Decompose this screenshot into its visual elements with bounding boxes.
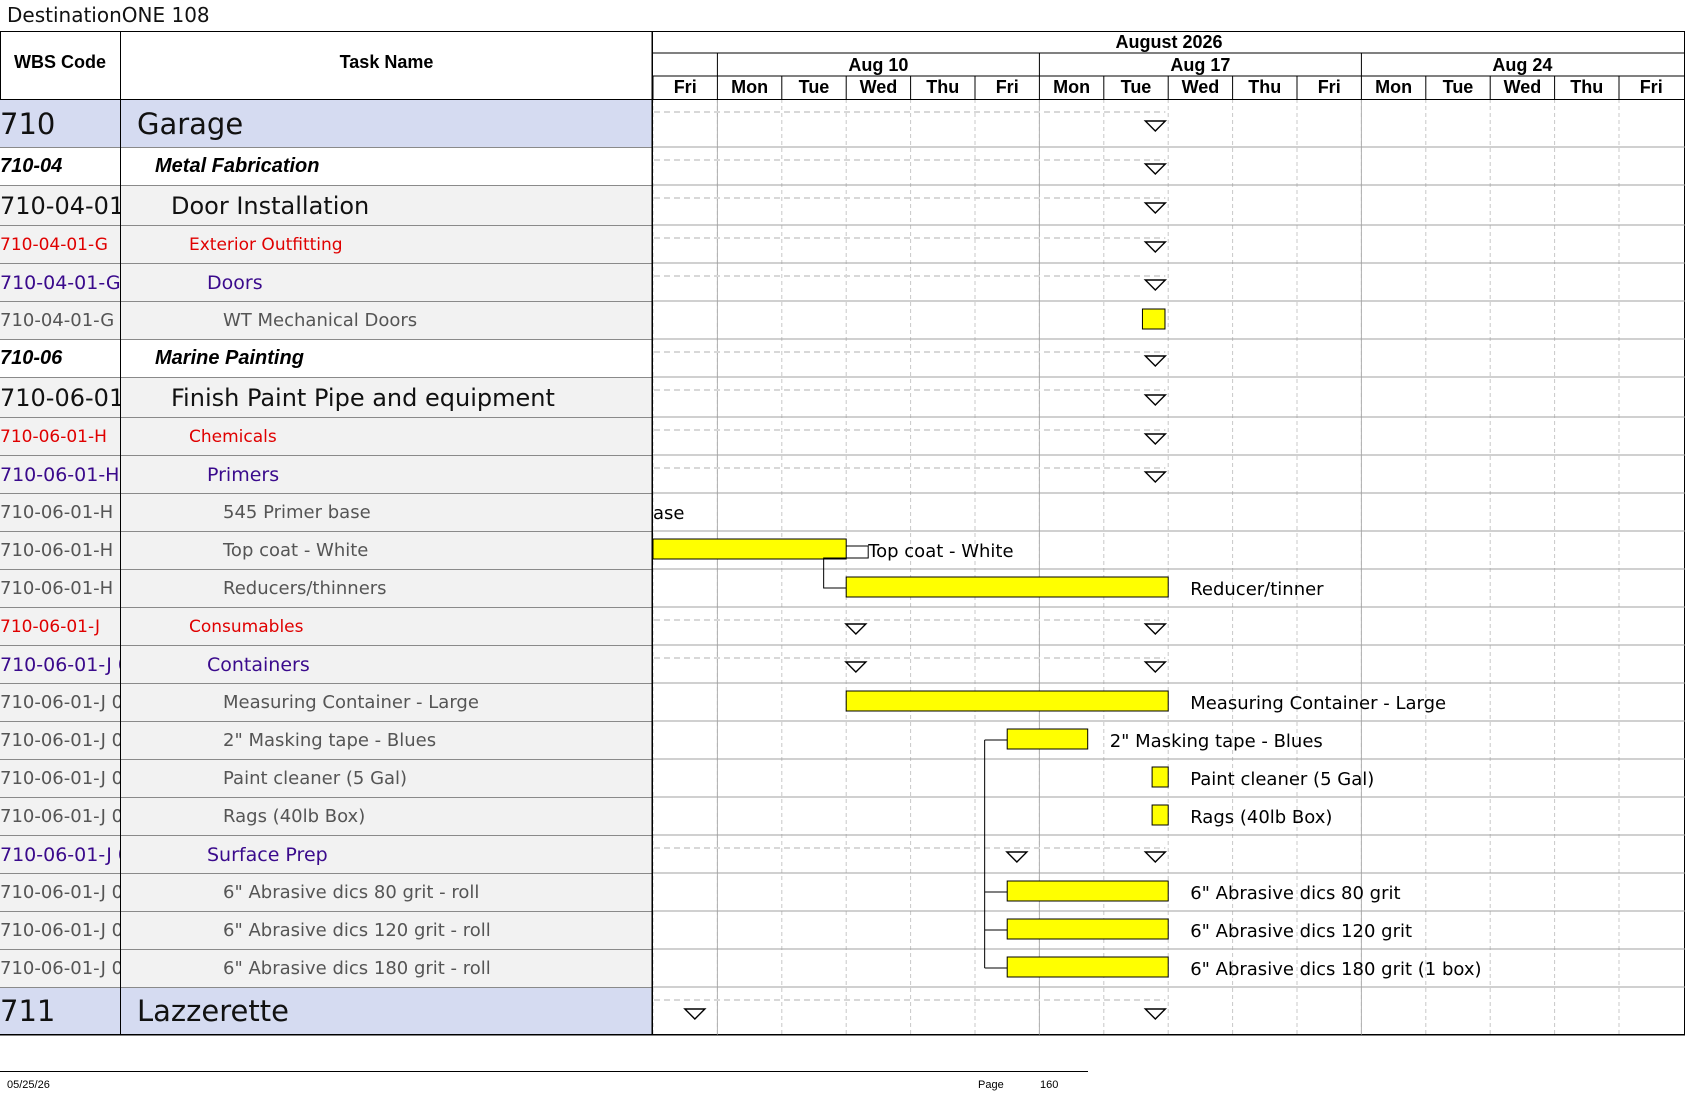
summary-marker-icon xyxy=(1143,851,1168,863)
timeline-day-label: Wed xyxy=(1182,77,1220,97)
timeline-day-label: Mon xyxy=(1375,77,1412,97)
task-bar-label: Paint cleaner (5 Gal) xyxy=(1190,769,1374,790)
task-bar-label: Reducer/tinner xyxy=(1190,579,1324,600)
task-bar xyxy=(652,538,847,560)
column-divider xyxy=(120,31,121,1035)
summary-marker-icon xyxy=(1143,433,1168,445)
header-divider xyxy=(0,99,1685,100)
timeline-month-label: August 2026 xyxy=(1115,32,1222,52)
timeline-week-label: Aug 10 xyxy=(848,55,908,75)
summary-marker-icon xyxy=(1143,120,1168,132)
timeline-day-label: Mon xyxy=(731,77,768,97)
footer-date: 05/25/26 xyxy=(7,1079,50,1091)
task-bar xyxy=(845,576,1169,598)
timeline-day-label: Thu xyxy=(926,77,959,97)
timeline-week-label: Aug 24 xyxy=(1492,55,1552,75)
task-bar xyxy=(1006,918,1169,940)
task-bar-label: 6" Abrasive dics 180 grit (1 box) xyxy=(1190,959,1481,980)
timeline-day-label: Fri xyxy=(1318,77,1341,97)
task-bar xyxy=(1141,308,1166,330)
timeline-day-label: Mon xyxy=(1053,77,1090,97)
summary-marker-icon xyxy=(1143,355,1168,367)
summary-marker-icon xyxy=(1143,471,1168,483)
summary-marker-icon xyxy=(1143,661,1168,673)
footer-divider xyxy=(0,1071,1088,1072)
timeline-day-label: Thu xyxy=(1570,77,1603,97)
summary-marker-icon xyxy=(1143,241,1168,253)
task-bar-label: 2" Masking tape - Blues xyxy=(1110,731,1323,752)
summary-marker-icon xyxy=(1143,623,1168,635)
task-bar-label: Top coat - White xyxy=(867,541,1013,562)
task-bar-label: Rags (40lb Box) xyxy=(1190,807,1332,828)
task-bar xyxy=(1006,728,1089,750)
column-divider xyxy=(652,31,653,1035)
footer-page-label: Page xyxy=(978,1079,1004,1091)
timeline-day-label: Fri xyxy=(1640,77,1663,97)
timeline-day-label: Wed xyxy=(1504,77,1542,97)
timeline-day-label: Thu xyxy=(1248,77,1281,97)
summary-marker-icon xyxy=(1143,163,1168,175)
task-bar-label: ase xyxy=(653,503,684,524)
timeline-day-label: Wed xyxy=(860,77,898,97)
timeline-day-label: Tue xyxy=(799,77,830,97)
summary-marker-icon xyxy=(844,661,868,673)
summary-marker-icon xyxy=(1143,1008,1168,1020)
timeline-week-label: Aug 17 xyxy=(1170,55,1230,75)
timeline-day-label: Tue xyxy=(1443,77,1474,97)
gantt-report-page: DestinationONE 108 WBS Code Task Name 71… xyxy=(0,0,1687,1097)
task-bar-label: 6" Abrasive dics 120 grit xyxy=(1190,921,1412,942)
summary-marker-icon xyxy=(683,1008,707,1020)
task-bar xyxy=(1006,956,1169,978)
summary-marker-icon xyxy=(1143,279,1168,291)
timeline-day-label: Fri xyxy=(674,77,697,97)
summary-marker-icon xyxy=(1143,202,1168,214)
summary-marker-icon xyxy=(844,623,868,635)
task-bar xyxy=(1151,804,1169,826)
timeline-day-label: Fri xyxy=(996,77,1019,97)
task-bar-label: 6" Abrasive dics 80 grit xyxy=(1190,883,1400,904)
task-bar-label: Measuring Container - Large xyxy=(1190,693,1446,714)
gantt-chart: August 2026 Aug 10 Aug 17 Aug 24 Fri Mon Tue We… xyxy=(0,31,1685,1036)
summary-marker-icon xyxy=(1005,851,1029,863)
task-bar xyxy=(1006,880,1169,902)
task-bar xyxy=(845,690,1169,712)
footer-page-number: 160 xyxy=(1040,1079,1059,1091)
task-bar xyxy=(1151,766,1169,788)
summary-marker-icon xyxy=(1143,394,1168,406)
timeline-day-label: Tue xyxy=(1121,77,1152,97)
